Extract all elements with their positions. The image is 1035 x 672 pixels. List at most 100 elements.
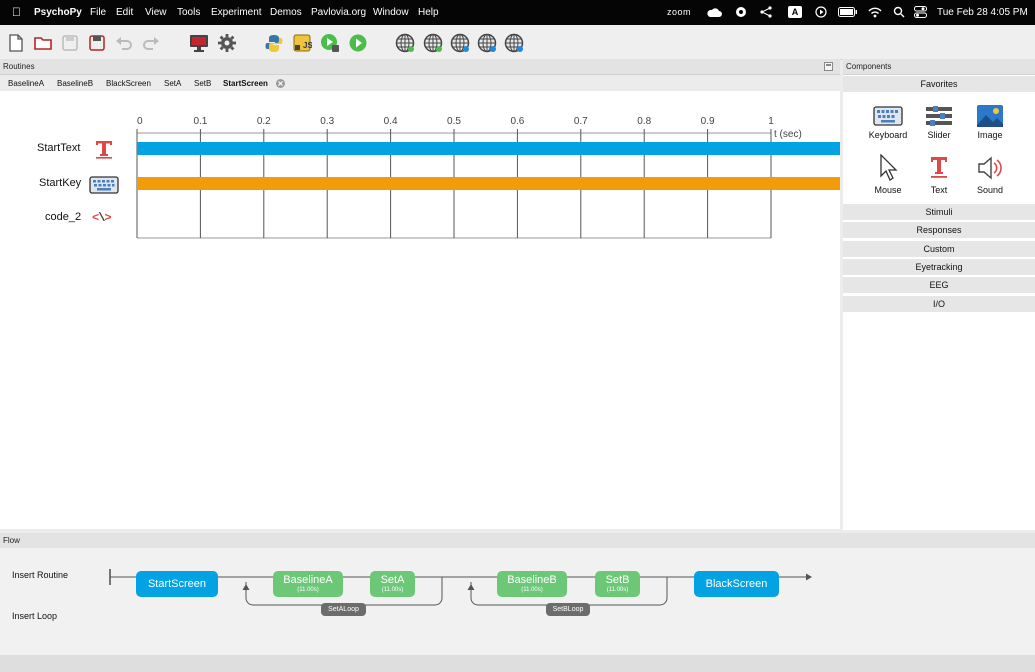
routine-name: BlackScreen xyxy=(705,578,768,590)
component-sound[interactable]: Sound xyxy=(968,154,1012,202)
save-as-icon[interactable] xyxy=(87,33,107,53)
flow-panel: Insert Routine Insert Loop StartScreen B… xyxy=(0,548,1035,655)
menu-pavlovia[interactable]: Pavlovia.org xyxy=(311,7,366,18)
tab-baselineb[interactable]: BaselineB xyxy=(57,79,93,88)
category-responses[interactable]: Responses xyxy=(843,222,1035,238)
run-icon[interactable] xyxy=(348,33,368,53)
wifi-icon[interactable] xyxy=(868,6,882,18)
routine-canvas[interactable]: 0 0.1 0.2 0.3 0.4 0.5 0.6 0.7 0.8 0.9 1 t (sec) St… xyxy=(0,91,840,529)
undo-icon[interactable] xyxy=(114,33,134,53)
text-icon[interactable] xyxy=(95,139,113,159)
play-circle-icon[interactable] xyxy=(815,6,827,18)
battery-icon[interactable] xyxy=(838,7,858,17)
run-pilot-icon[interactable] xyxy=(320,33,340,53)
flow-routine-setb[interactable]: SetB (11.00s) xyxy=(595,571,640,597)
tab-seta[interactable]: SetA xyxy=(164,79,181,88)
pavlovia-pilot-icon[interactable] xyxy=(395,33,415,53)
component-mouse[interactable]: Mouse xyxy=(866,154,910,202)
menu-window[interactable]: Window xyxy=(373,7,409,18)
routine-name: SetB xyxy=(605,574,630,586)
flow-routine-startscreen[interactable]: StartScreen xyxy=(136,571,218,597)
pavlovia-search-icon[interactable] xyxy=(450,33,470,53)
category-eyetracking[interactable]: Eyetracking xyxy=(843,259,1035,275)
save-disabled-icon[interactable] xyxy=(60,33,80,53)
python-icon[interactable] xyxy=(264,33,284,53)
tab-startscreen[interactable]: StartScreen xyxy=(223,79,268,88)
starttext-duration-bar[interactable] xyxy=(137,142,840,155)
apple-icon[interactable]:  xyxy=(12,5,21,19)
flow-routine-baselineb[interactable]: BaselineB (11.00s) xyxy=(497,571,567,597)
zoom-status-icon[interactable]: zoom xyxy=(667,7,691,17)
component-label: Keyboard xyxy=(868,130,908,140)
tab-setb[interactable]: SetB xyxy=(194,79,211,88)
menu-datetime[interactable]: Tue Feb 28 4:05 PM xyxy=(937,7,1028,18)
component-label-code[interactable]: code_2 xyxy=(45,211,81,223)
startkey-duration-bar[interactable] xyxy=(137,177,840,190)
gear-icon[interactable] xyxy=(217,33,237,53)
category-custom[interactable]: Custom xyxy=(843,241,1035,257)
routines-pane-title: Routines xyxy=(3,62,35,71)
component-keyboard[interactable]: Keyboard xyxy=(866,105,910,153)
routine-name: BaselineA xyxy=(283,574,333,586)
menu-help[interactable]: Help xyxy=(418,7,439,18)
category-stimuli[interactable]: Stimuli xyxy=(843,204,1035,220)
menu-tools[interactable]: Tools xyxy=(177,7,200,18)
timeline-tick-label: 0.4 xyxy=(384,116,398,127)
cloud-icon[interactable] xyxy=(706,7,722,18)
menu-edit[interactable]: Edit xyxy=(116,7,133,18)
loop-label-setbloop[interactable]: SetBLoop xyxy=(546,603,590,616)
component-label: Slider xyxy=(927,130,951,140)
menu-bar:  PsychoPy File Edit View Tools Experime… xyxy=(0,0,1035,25)
tab-baselinea[interactable]: BaselineA xyxy=(8,79,44,88)
compile-js-icon[interactable]: JS xyxy=(292,33,312,53)
keyboard-icon[interactable] xyxy=(89,176,119,194)
routine-timeline: 0 0.1 0.2 0.3 0.4 0.5 0.6 0.7 0.8 0.9 1 t (sec) xyxy=(136,116,840,239)
pavlovia-info-icon[interactable] xyxy=(504,33,524,53)
monitor-icon[interactable] xyxy=(189,33,209,53)
menu-app-name[interactable]: PsychoPy xyxy=(34,7,82,18)
pavlovia-user-icon[interactable] xyxy=(477,33,497,53)
category-io[interactable]: I/O xyxy=(843,296,1035,312)
components-pane-header: Components xyxy=(843,59,1035,75)
routine-tabs: BaselineA BaselineB BlackScreen SetA Set… xyxy=(0,75,840,91)
components-pane-title: Components xyxy=(846,62,892,71)
component-image[interactable]: Image xyxy=(968,105,1012,153)
close-tab-icon[interactable] xyxy=(276,79,285,88)
control-center-icon[interactable] xyxy=(914,6,927,18)
flow-routine-blackscreen[interactable]: BlackScreen xyxy=(694,571,779,597)
component-slider[interactable]: Slider xyxy=(917,105,961,153)
timeline-tick-label: 0.1 xyxy=(193,116,207,127)
maximize-pane-icon[interactable] xyxy=(824,62,833,71)
redo-icon[interactable] xyxy=(141,33,161,53)
input-source-icon[interactable]: A xyxy=(788,6,802,18)
timeline-tick-label: 0.2 xyxy=(257,116,271,127)
routine-duration: (11.00s) xyxy=(606,587,629,593)
routines-pane-header: Routines xyxy=(0,59,840,75)
share-network-icon[interactable] xyxy=(760,6,772,18)
search-icon[interactable] xyxy=(893,6,905,18)
category-favorites[interactable]: Favorites xyxy=(843,76,1035,92)
timeline-tick-label: 0.5 xyxy=(447,116,461,127)
flow-routine-baselinea[interactable]: BaselineA (11.00s) xyxy=(273,571,343,597)
routine-duration: (11.00s) xyxy=(381,587,404,593)
component-label-starttext[interactable]: StartText xyxy=(37,142,80,154)
vpn-icon[interactable] xyxy=(735,6,747,18)
menu-demos[interactable]: Demos xyxy=(270,7,302,18)
pavlovia-sync-icon[interactable] xyxy=(423,33,443,53)
code-icon[interactable]: <\> xyxy=(92,211,112,225)
flow-pane-header: Flow xyxy=(0,533,1035,549)
loop-label-setaloop[interactable]: SetALoop xyxy=(321,603,366,616)
component-label-startkey[interactable]: StartKey xyxy=(39,177,81,189)
menu-experiment[interactable]: Experiment xyxy=(211,7,262,18)
image-component-icon xyxy=(977,105,1003,127)
timeline-tick-label: 0.3 xyxy=(320,116,334,127)
menu-file[interactable]: File xyxy=(90,7,106,18)
category-eeg[interactable]: EEG xyxy=(843,277,1035,293)
flow-routine-seta[interactable]: SetA (11.00s) xyxy=(370,571,415,597)
tab-blackscreen[interactable]: BlackScreen xyxy=(106,79,151,88)
component-text[interactable]: Text xyxy=(917,154,961,202)
timeline-tick-labels: 0 0.1 0.2 0.3 0.4 0.5 0.6 0.7 0.8 0.9 1 xyxy=(137,116,774,127)
open-folder-icon[interactable] xyxy=(33,33,53,53)
new-file-icon[interactable] xyxy=(6,33,26,53)
menu-view[interactable]: View xyxy=(145,7,167,18)
